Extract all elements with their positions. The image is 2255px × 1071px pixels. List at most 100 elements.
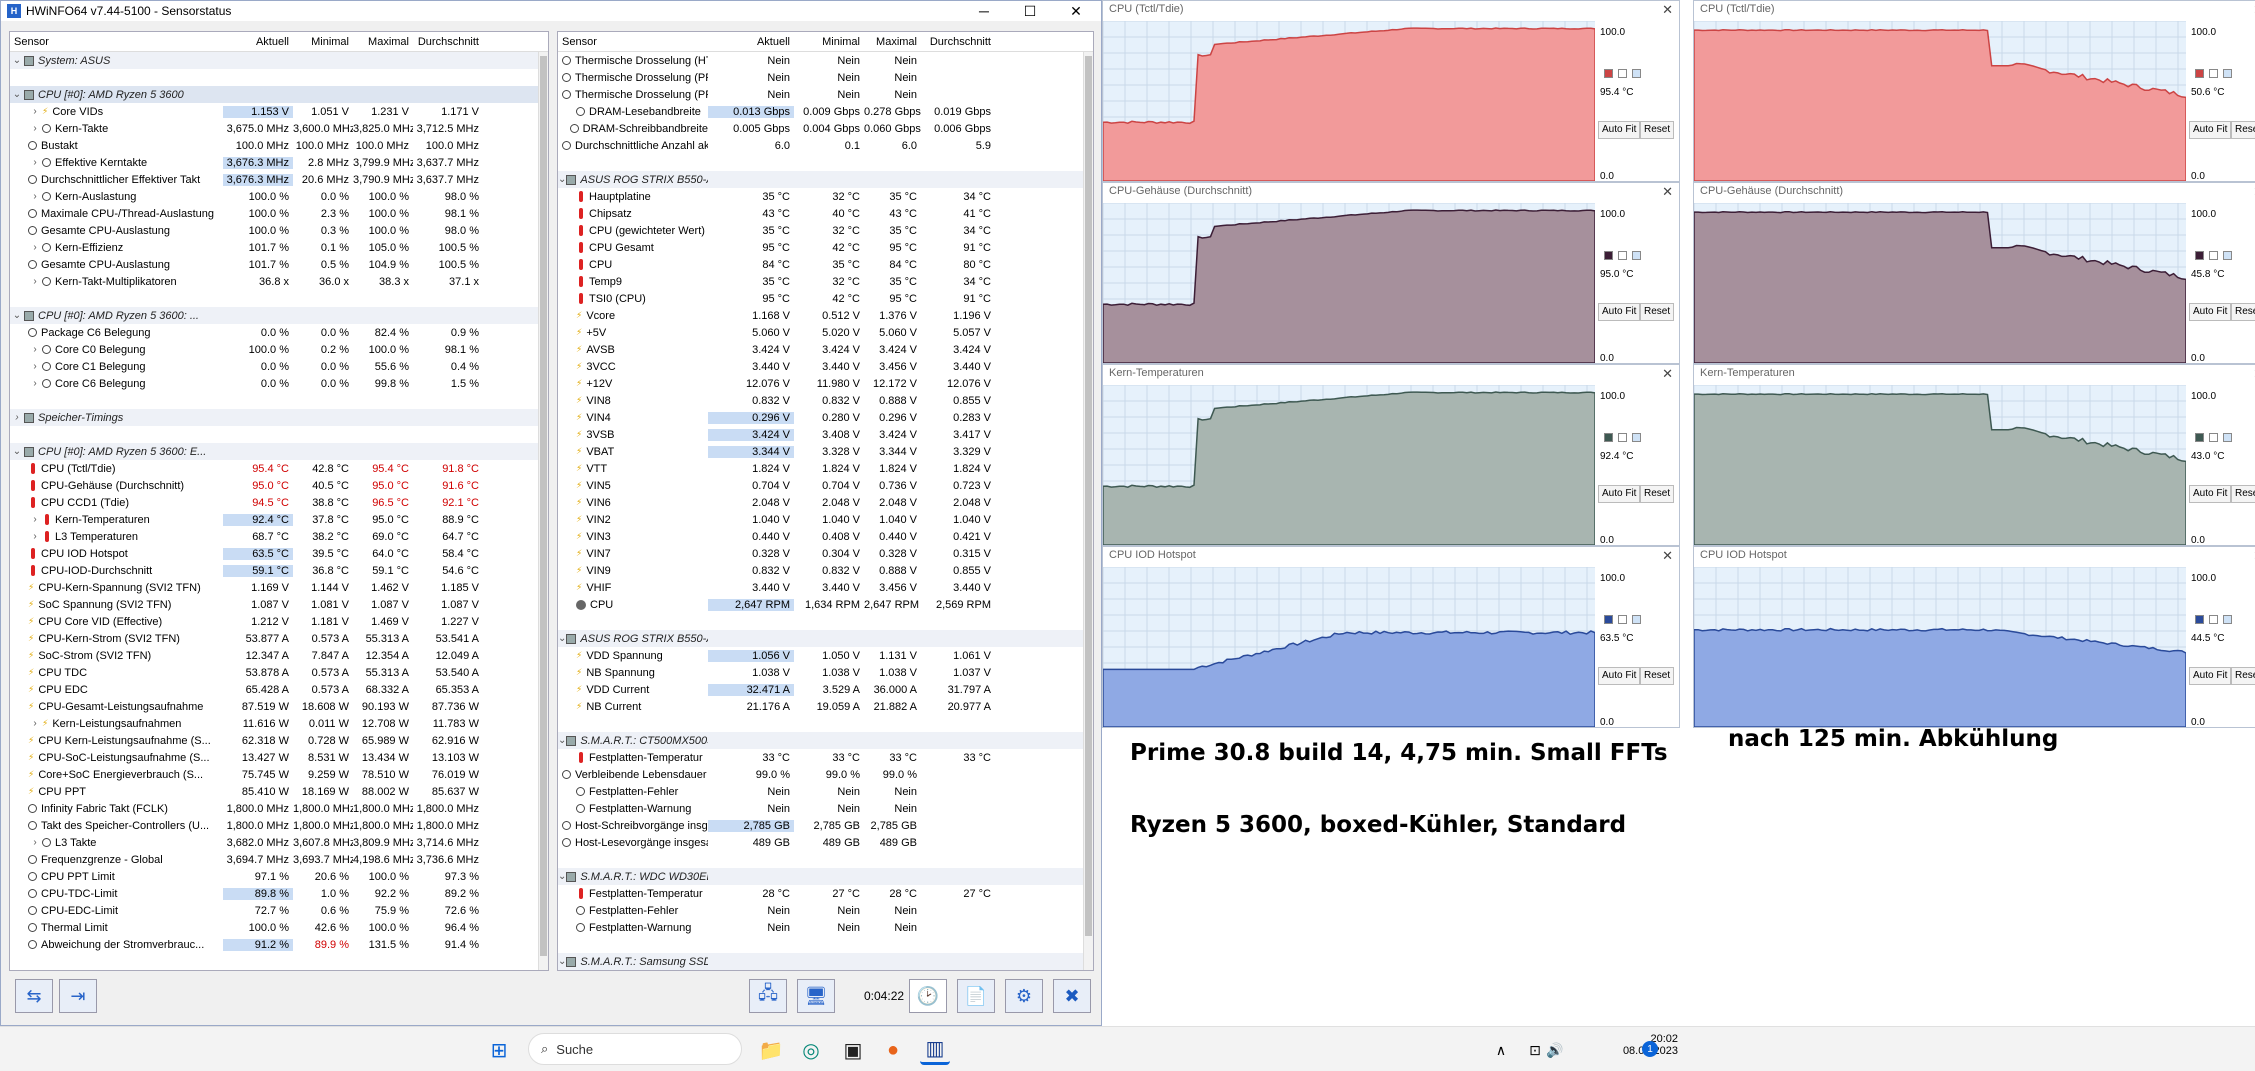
sensor-row[interactable]: › Kern-Takt-Multiplikatoren 36.8 x 36.0 x 38…: [10, 273, 548, 290]
color-swatch[interactable]: [2223, 615, 2232, 624]
sensor-row[interactable]: ⚡ AVSB 3.424 V 3.424 V 3.424 V 3.424 V: [558, 341, 1093, 358]
group-toggle-icon[interactable]: ⌄: [10, 55, 24, 66]
sensor-row[interactable]: TSI0 (CPU) 95 °C 42 °C 95 °C 91 °C: [558, 290, 1093, 307]
sensor-graph-panel[interactable]: CPU (Tctl/Tdie)✕100.050.6 °C0.0Auto FitR…: [1693, 0, 2255, 182]
sensor-row[interactable]: Host-Schreibvorgänge insges...2,785 GB2,…: [558, 817, 1093, 834]
color-swatch[interactable]: [1632, 251, 1641, 260]
sensor-pane-right[interactable]: Sensor Aktuell Minimal Maximal Durchschnitt …: [557, 31, 1094, 971]
reset-button[interactable]: Reset: [2231, 485, 2255, 503]
sensor-row[interactable]: ⚡ CPU PPT 85.410 W 18.169 W 88.002 W 85.637 W: [10, 783, 548, 800]
sensor-row[interactable]: CPU (gewichteter Wert) 35 °C 32 °C 35 °C 34 …: [558, 222, 1093, 239]
group-toggle-icon[interactable]: ⌄: [558, 735, 566, 746]
sensor-row[interactable]: ⚡ VIN2 1.040 V 1.040 V 1.040 V 1.040 V: [558, 511, 1093, 528]
reset-button[interactable]: Reset: [1640, 667, 1675, 685]
color-swatch[interactable]: [1604, 251, 1613, 260]
color-swatch[interactable]: [1632, 69, 1641, 78]
color-swatch[interactable]: [1618, 433, 1627, 442]
color-swatch[interactable]: [1604, 433, 1613, 442]
windows-start-icon[interactable]: ⊞: [484, 1035, 514, 1065]
sensor-group-row[interactable]: ⌄ CPU [#0]: AMD Ryzen 5 3600: E...: [10, 443, 548, 460]
color-swatch[interactable]: [2195, 251, 2204, 260]
chevron-up-icon[interactable]: ∧: [1486, 1035, 1516, 1065]
color-swatch[interactable]: [1618, 251, 1627, 260]
sensor-row[interactable]: ⚡ VIN9 0.832 V 0.832 V 0.888 V 0.855 V: [558, 562, 1093, 579]
sensor-graph-panel[interactable]: CPU-Gehäuse (Durchschnitt)✕100.045.8 °C0…: [1693, 182, 2255, 364]
color-swatch[interactable]: [2223, 251, 2232, 260]
auto-fit-button[interactable]: Auto Fit: [2189, 485, 2232, 503]
sensor-row[interactable]: Festplatten-Warnung Nein Nein Nein: [558, 800, 1093, 817]
group-toggle-icon[interactable]: ⌄: [10, 310, 24, 321]
sensor-row[interactable]: › ⚡ Kern-Leistungsaufnahmen 11.616 W 0.011 W…: [10, 715, 548, 732]
sensor-row[interactable]: CPU (Tctl/Tdie) 95.4 °C 42.8 °C 95.4 °C 91.8…: [10, 460, 548, 477]
reset-button[interactable]: Reset: [1640, 303, 1675, 321]
sensor-graph-panel[interactable]: CPU IOD Hotspot ✕ 100.0 63.5 °C 0.0 Auto Fit R…: [1102, 546, 1680, 728]
sensor-group-row[interactable]: ⌄ CPU [#0]: AMD Ryzen 5 3600: [10, 86, 548, 103]
color-swatch[interactable]: [2209, 615, 2218, 624]
sensor-row[interactable]: CPU-EDC-Limit 72.7 % 0.6 % 75.9 % 72.6 %: [10, 902, 548, 919]
auto-fit-button[interactable]: Auto Fit: [1598, 303, 1641, 321]
sensor-row[interactable]: › Core C1 Belegung 0.0 % 0.0 % 55.6 % 0.4 %: [10, 358, 548, 375]
column-header-2[interactable]: Minimal: [794, 36, 864, 48]
sensor-row[interactable]: Hauptplatine 35 °C 32 °C 35 °C 34 °C: [558, 188, 1093, 205]
group-toggle-icon[interactable]: ⌄: [558, 871, 566, 882]
graph-close-icon[interactable]: ✕: [1662, 2, 1673, 18]
close-button[interactable]: ✕: [1053, 1, 1099, 21]
sensor-row[interactable]: CPU IOD Hotspot 63.5 °C 39.5 °C 64.0 °C 58.4…: [10, 545, 548, 562]
sensor-row[interactable]: Durchschnittliche Anzahl aktiv... 6.0 0.1 6…: [558, 137, 1093, 154]
hwinfo-taskbar-icon[interactable]: ▥: [920, 1035, 950, 1065]
sensor-group-row[interactable]: ⌄ S.M.A.R.T.: CT500MX500SSD...: [558, 732, 1093, 749]
sensor-row[interactable]: ⚡ CPU Kern-Leistungsaufnahme (S... 62.318 …: [10, 732, 548, 749]
firefox-icon[interactable]: ●: [878, 1035, 908, 1065]
color-swatch[interactable]: [1632, 615, 1641, 624]
reset-button[interactable]: Reset: [1640, 485, 1675, 503]
auto-fit-button[interactable]: Auto Fit: [1598, 485, 1641, 503]
terminal-icon[interactable]: ▣: [838, 1035, 868, 1065]
sensor-row[interactable]: ⚡ VBAT 3.344 V 3.328 V 3.344 V 3.329 V: [558, 443, 1093, 460]
sensor-group-row[interactable]: ⌄ System: ASUS: [10, 52, 548, 69]
sensor-row[interactable]: ⚡ VIN5 0.704 V 0.704 V 0.736 V 0.723 V: [558, 477, 1093, 494]
collapse-arrows-button[interactable]: ⇆: [15, 979, 53, 1013]
column-header-4[interactable]: Durchschnitt: [413, 36, 483, 48]
color-swatch[interactable]: [2195, 615, 2204, 624]
reset-button[interactable]: Reset: [1640, 121, 1675, 139]
sensor-row[interactable]: Gesamte CPU-Auslastung 101.7 % 0.5 % 104.9 …: [10, 256, 548, 273]
sensor-row[interactable]: CPU-Gehäuse (Durchschnitt) 95.0 °C 40.5 °C…: [10, 477, 548, 494]
file-explorer-icon[interactable]: 📁: [756, 1035, 786, 1065]
taskbar-search[interactable]: ⌕ Suche: [528, 1033, 742, 1065]
sensor-group-row[interactable]: ⌄ S.M.A.R.T.: WDC WD30EFRX...: [558, 868, 1093, 885]
sensor-row[interactable]: Bustakt 100.0 MHz 100.0 MHz 100.0 MHz 100.0 …: [10, 137, 548, 154]
sensor-row[interactable]: Thermische Drosselung (PROC... Nein Nein Ne…: [558, 69, 1093, 86]
sensor-row[interactable]: › Kern-Auslastung 100.0 % 0.0 % 100.0 % 98.0 …: [10, 188, 548, 205]
settings-gear-icon[interactable]: ⚙: [1005, 979, 1043, 1013]
sensor-row[interactable]: Frequenzgrenze - Global 3,694.7 MHz 3,693.…: [10, 851, 548, 868]
sensor-group-row[interactable]: ⌄ ASUS ROG STRIX B550-A GA...: [558, 171, 1093, 188]
scrollbar[interactable]: [538, 52, 548, 970]
color-swatch[interactable]: [1604, 615, 1613, 624]
sensor-graph-panel[interactable]: CPU-Gehäuse (Durchschnitt) ✕ 100.0 95.0 °C 0…: [1102, 182, 1680, 364]
column-header-1[interactable]: Aktuell: [708, 36, 794, 48]
sensor-row[interactable]: › Effektive Kerntakte 3,676.3 MHz 2.8 MHz 3,…: [10, 154, 548, 171]
scrollbar[interactable]: [1083, 52, 1093, 970]
sensor-row[interactable]: Chipsatz 43 °C 40 °C 43 °C 41 °C: [558, 205, 1093, 222]
sensor-row[interactable]: ⚡ Vcore 1.168 V 0.512 V 1.376 V 1.196 V: [558, 307, 1093, 324]
sensor-row[interactable]: DRAM-Schreibbandbreite 0.005 Gbps 0.004 Gb…: [558, 120, 1093, 137]
graph-close-icon[interactable]: ✕: [1662, 366, 1673, 382]
expand-chevron-icon[interactable]: ›: [28, 378, 42, 389]
sensor-row[interactable]: › L3 Temperaturen 68.7 °C 38.2 °C 69.0 °C 64.…: [10, 528, 548, 545]
group-toggle-icon[interactable]: ⌄: [10, 89, 24, 100]
graph-close-icon[interactable]: ✕: [1662, 184, 1673, 200]
sensor-row[interactable]: DRAM-Lesebandbreite 0.013 Gbps 0.009 Gbps 0…: [558, 103, 1093, 120]
sensor-group-row[interactable]: ⌄ CPU [#0]: AMD Ryzen 5 3600: ...: [10, 307, 548, 324]
sensor-row[interactable]: ⚡ CPU TDC 53.878 A 0.573 A 55.313 A 53.540 A: [10, 664, 548, 681]
sensor-row[interactable]: Maximale CPU-/Thread-Auslastung 100.0 % 2.…: [10, 205, 548, 222]
sensor-row[interactable]: CPU CCD1 (Tdie) 94.5 °C 38.8 °C 96.5 °C 92.1…: [10, 494, 548, 511]
sensor-row[interactable]: Infinity Fabric Takt (FCLK) 1,800.0 MHz 1,…: [10, 800, 548, 817]
edge-browser-icon[interactable]: ◎: [796, 1035, 826, 1065]
group-toggle-icon[interactable]: ⌄: [10, 446, 24, 457]
expand-chevron-icon[interactable]: ›: [28, 344, 42, 355]
expand-chevron-icon[interactable]: ›: [28, 514, 42, 525]
sensor-row[interactable]: ⚡ SoC-Strom (SVI2 TFN) 12.347 A 7.847 A 12.3…: [10, 647, 548, 664]
sensor-row[interactable]: ⚡ VDD Spannung 1.056 V 1.050 V 1.131 V 1.061 …: [558, 647, 1093, 664]
add-report-icon[interactable]: 📄: [957, 979, 995, 1013]
sensor-row[interactable]: Thermal Limit 100.0 % 42.6 % 100.0 % 96.4 %: [10, 919, 548, 936]
